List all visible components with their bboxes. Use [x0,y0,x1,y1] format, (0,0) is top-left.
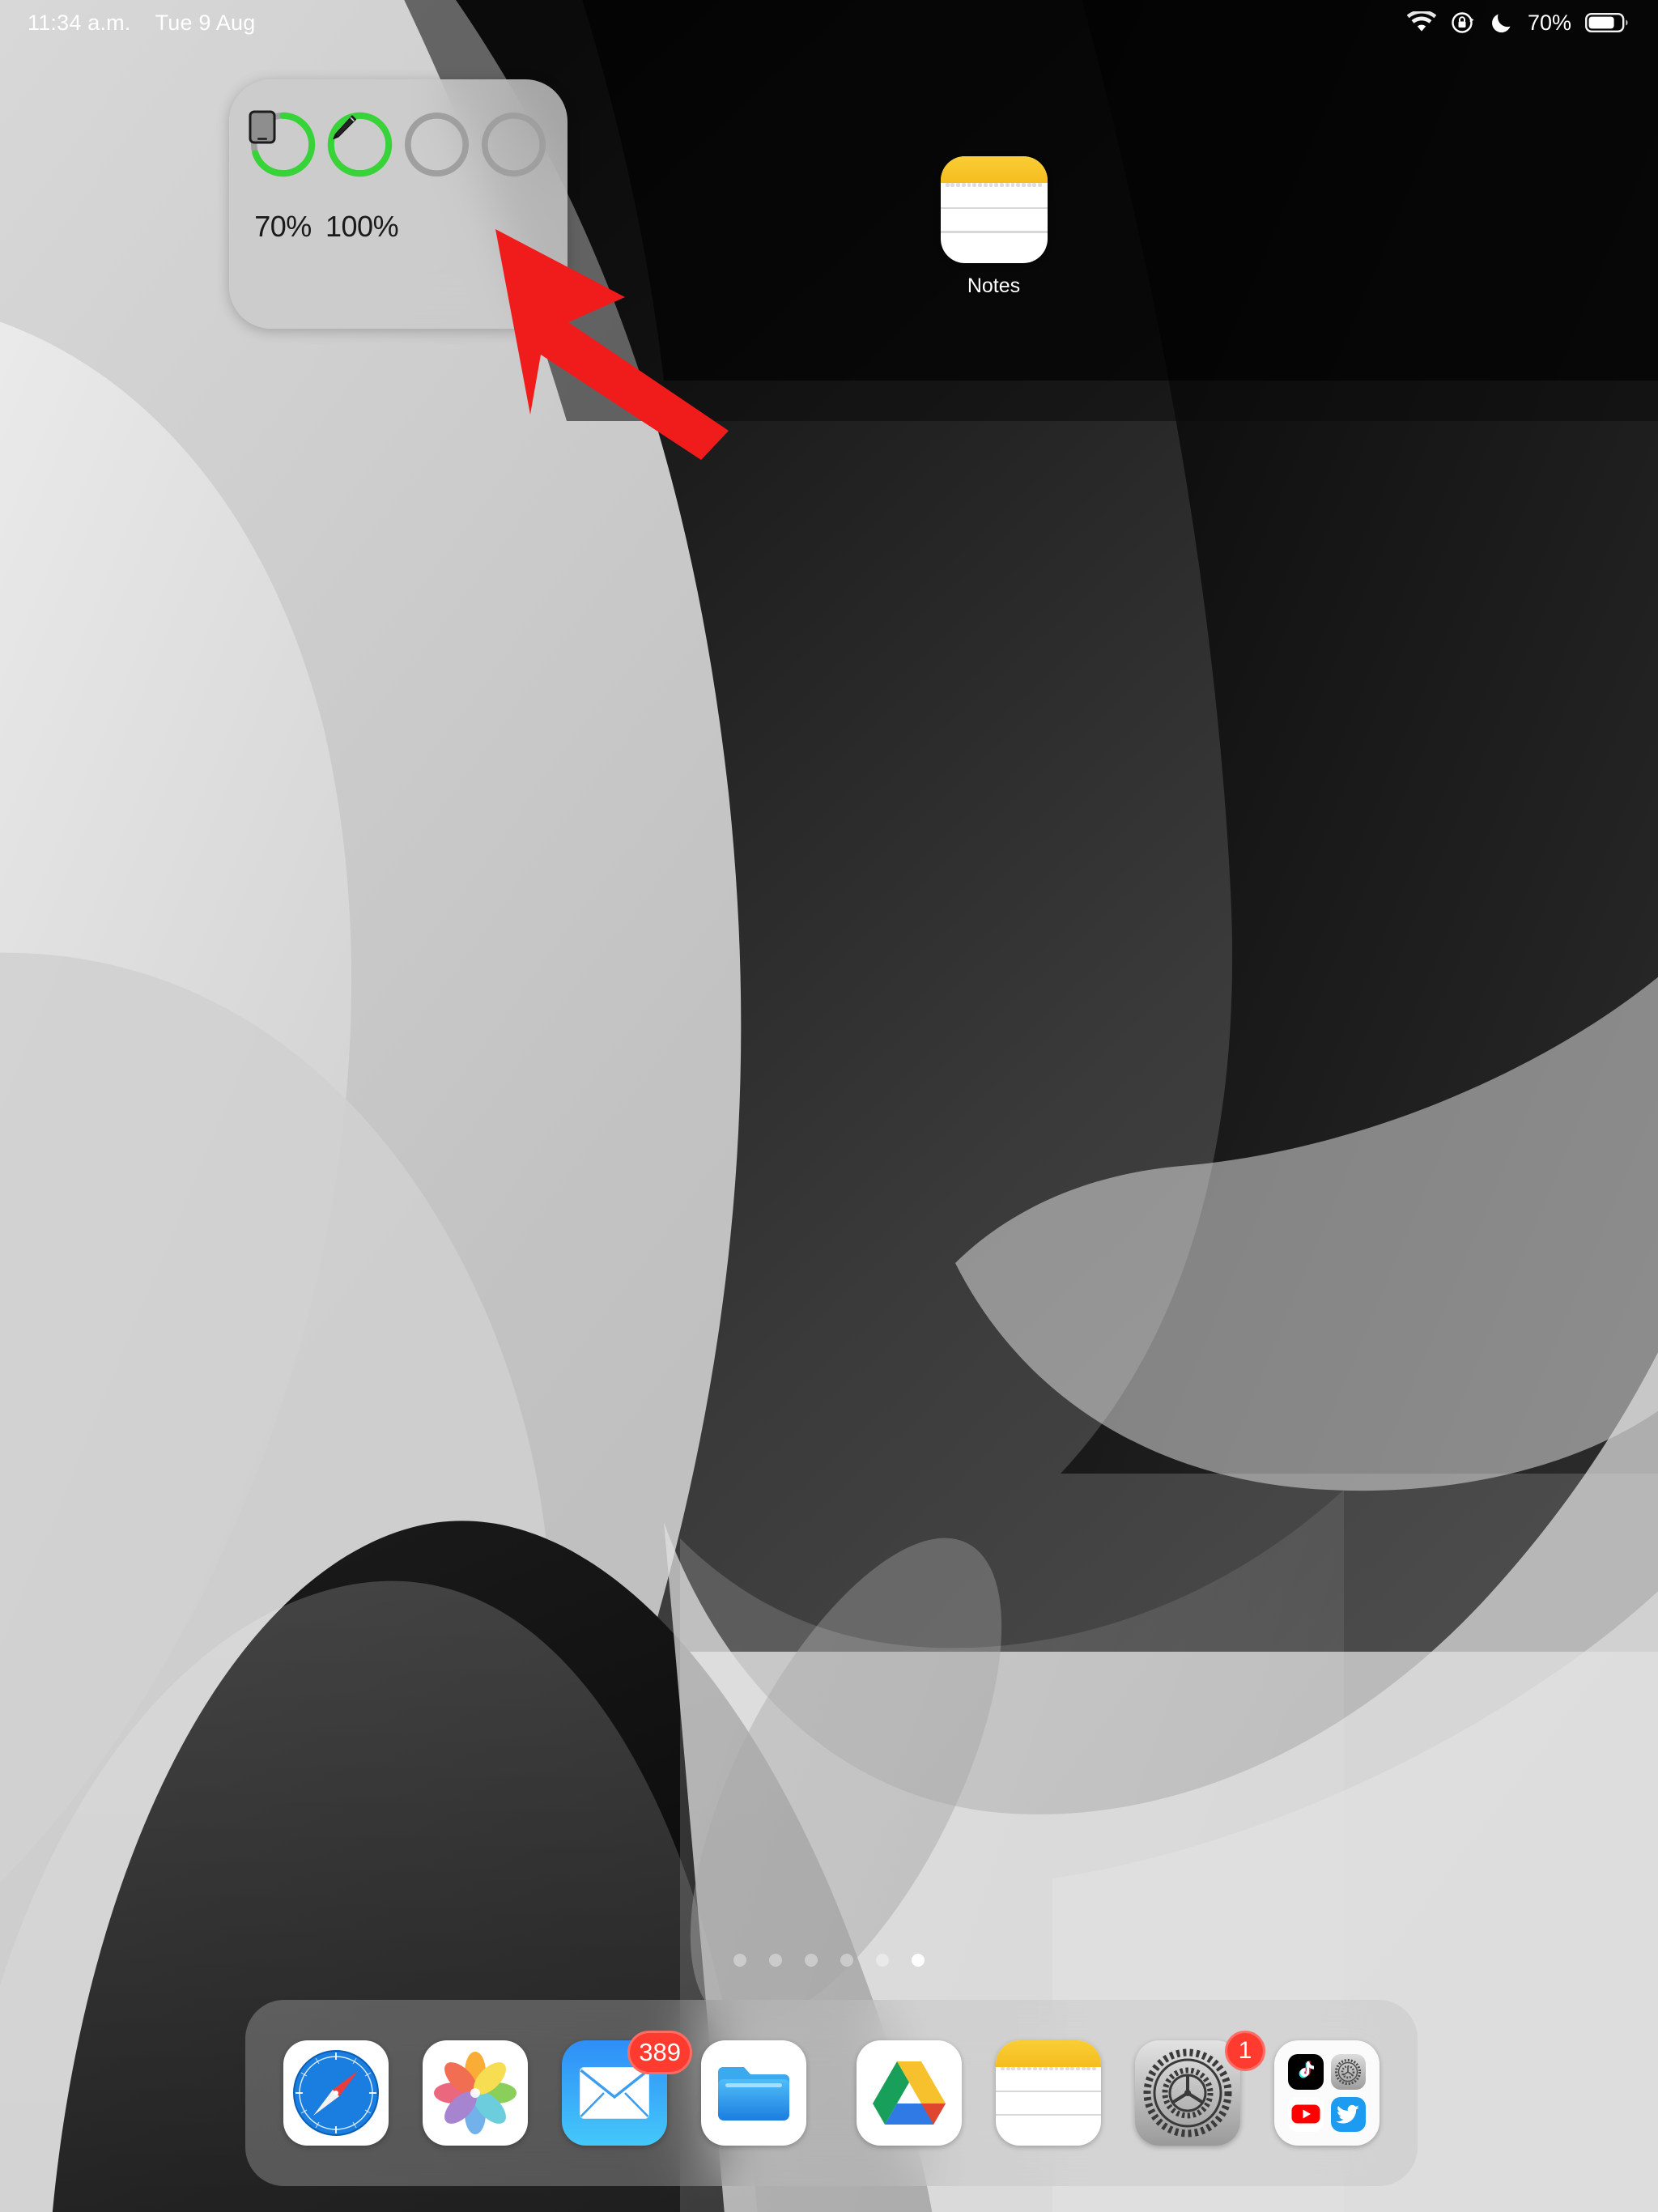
date-label: Tue 9 Aug [155,10,256,35]
notes-icon [940,156,1048,263]
youtube-icon [1288,2096,1324,2132]
battery-ring-empty-1 [402,110,471,179]
page-dot-5[interactable] [876,1954,889,1967]
files-icon [701,2040,806,2146]
photos-icon [423,2040,528,2146]
safari-icon [283,2040,389,2146]
page-indicator[interactable] [0,1954,1658,1967]
status-bar-left: 11:34 a.m. Tue 9 Aug [28,11,255,36]
badge-mail: 389 [627,2031,692,2074]
battery-ring-pencil [325,110,394,179]
battery-ring-empty-2 [479,110,548,179]
ipad-icon [249,110,317,179]
status-bar-right: 70% [1406,10,1630,36]
status-bar: 11:34 a.m. Tue 9 Aug 70% [0,0,1658,45]
battery-cell-pencil[interactable] [325,110,394,179]
home-app-notes[interactable]: Notes [935,156,1052,298]
dock-item-folder[interactable] [1257,2040,1397,2146]
dock-item-mail[interactable]: 389 [545,2031,692,2146]
rotation-lock-icon [1452,12,1474,33]
wifi-icon [1406,11,1436,32]
battery-cell-empty-2[interactable] [479,110,548,179]
battery-rings-row [229,110,568,179]
dock: 389 1 [245,2000,1418,2186]
battery-label-empty-2 [479,210,548,244]
battery-cell-ipad[interactable] [249,110,317,179]
battery-label-ipad: 70% [254,210,312,243]
app-folder-icon [1274,2040,1380,2146]
dock-item-notes[interactable] [979,2040,1118,2146]
dock-item-photos[interactable] [406,2040,545,2146]
tiktok-icon [1288,2054,1324,2090]
battery-ring-ipad [249,110,317,179]
batteries-widget[interactable]: 70% 100% [229,79,568,329]
battery-icon [1585,13,1628,33]
do-not-disturb-moon-icon [1492,14,1511,33]
settings-gear-icon [1330,2054,1366,2090]
battery-label-pencil: 100% [325,210,399,243]
dock-group-right: 1 [840,2031,1397,2146]
dock-group-left: 389 [266,2031,823,2146]
notes-icon [996,2040,1101,2146]
wallpaper-art [0,0,1658,2212]
dock-item-files[interactable] [684,2040,823,2146]
wallpaper [0,0,1658,2212]
battery-cell-empty-1[interactable] [402,110,471,179]
dock-item-drive[interactable] [840,2040,979,2146]
page-dot-3[interactable] [805,1954,818,1967]
battery-label-empty-1 [402,210,471,244]
page-dot-6[interactable] [912,1954,925,1967]
badge-settings: 1 [1225,2031,1265,2071]
clock: 11:34 a.m. [28,10,131,35]
dock-item-settings[interactable]: 1 [1118,2031,1265,2146]
settings-gear-icon [1135,2040,1240,2146]
pencil-icon [325,110,394,179]
twitter-icon [1330,2096,1366,2132]
dock-item-safari[interactable] [266,2040,406,2146]
page-dot-4[interactable] [840,1954,853,1967]
battery-percent-label: 70% [1527,10,1571,35]
page-dot-2[interactable] [769,1954,782,1967]
google-drive-icon [857,2040,962,2146]
home-app-label-notes: Notes [967,274,1021,297]
page-dot-1[interactable] [733,1954,746,1967]
battery-labels-row: 70% 100% [229,210,568,244]
